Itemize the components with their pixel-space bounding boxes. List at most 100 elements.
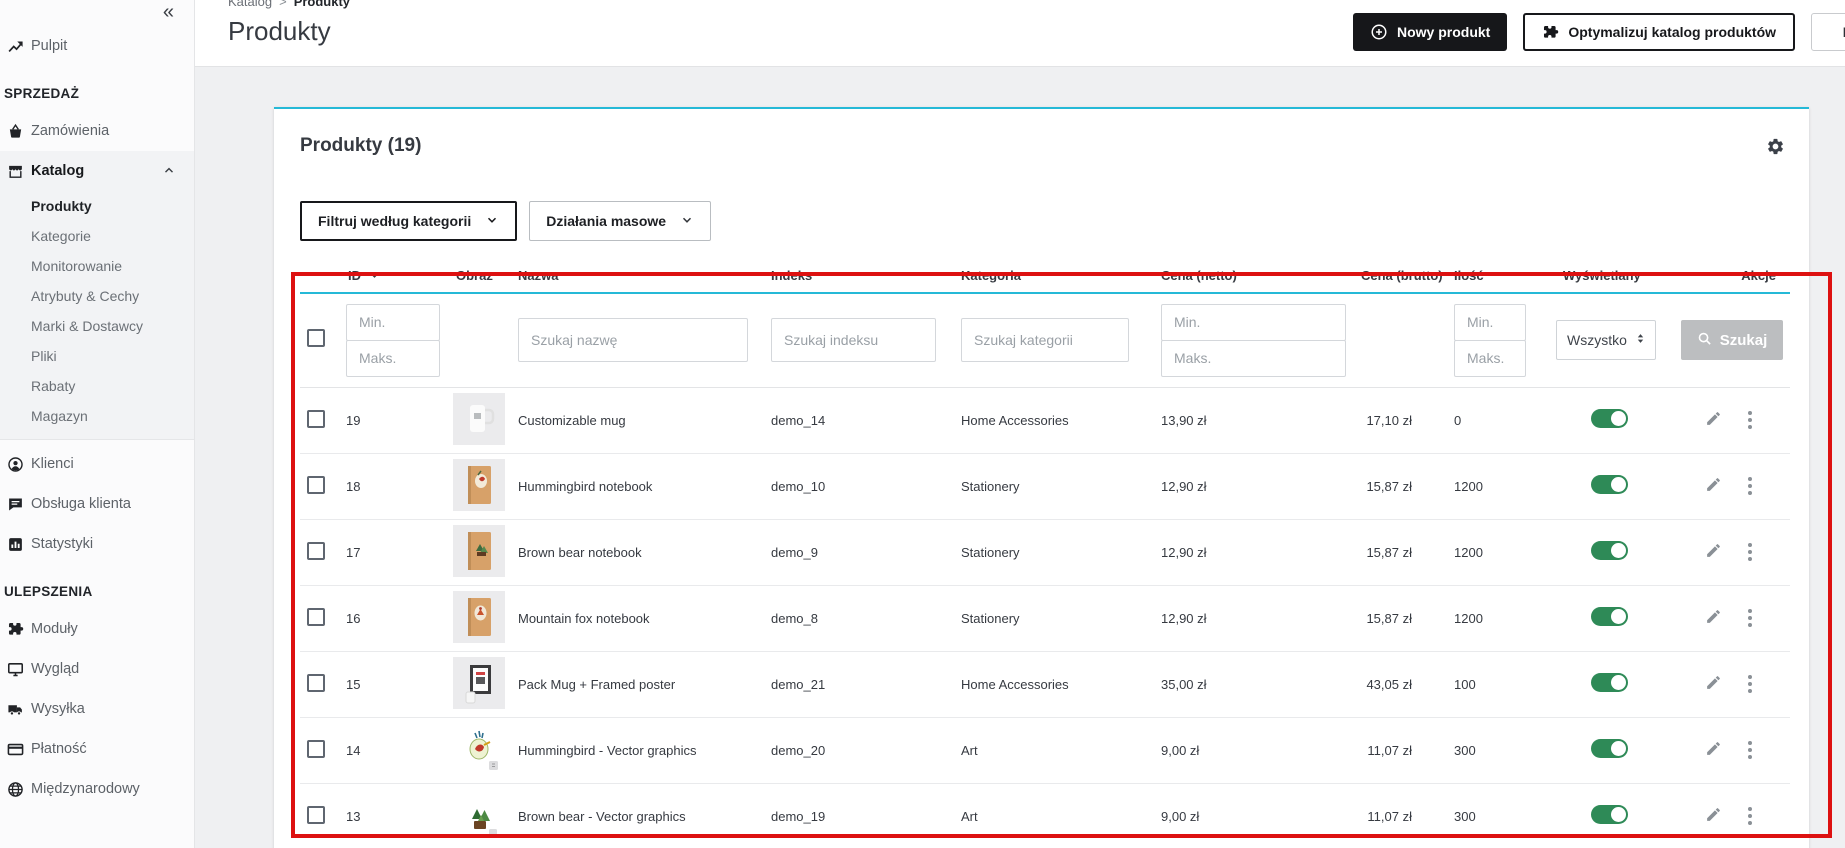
product-id: 16 <box>340 585 450 652</box>
globe-icon <box>6 781 24 798</box>
displayed-cell <box>1550 453 1675 520</box>
qty-max-input[interactable] <box>1454 339 1526 377</box>
edit-button[interactable] <box>1705 806 1722 826</box>
row-checkbox[interactable] <box>307 805 325 824</box>
product-thumbnail[interactable] <box>453 392 505 445</box>
help-button[interactable]: Pomoc <box>1811 13 1845 51</box>
row-menu-button[interactable] <box>1748 807 1752 825</box>
row-checkbox[interactable] <box>307 673 325 692</box>
product-thumbnail[interactable] <box>453 524 505 577</box>
product-index: demo_9 <box>765 519 955 586</box>
new-product-button[interactable]: Nowy produkt <box>1353 13 1508 51</box>
index-search-input[interactable] <box>771 318 936 363</box>
chevron-down-icon <box>680 213 694 230</box>
edit-button[interactable] <box>1705 608 1722 628</box>
column-header-kategoria: Kategoria <box>955 249 1155 294</box>
kebab-icon <box>1748 411 1752 429</box>
row-checkbox[interactable] <box>307 475 325 494</box>
displayed-toggle[interactable] <box>1591 739 1628 758</box>
product-thumbnail[interactable] <box>453 590 505 643</box>
edit-button[interactable] <box>1705 674 1722 694</box>
row-menu-button[interactable] <box>1748 741 1752 759</box>
table-row: 17 Brown bear notebook demo_9 Stationery 12,… <box>300 519 1790 586</box>
breadcrumb: Katalog > Produkty <box>228 0 350 9</box>
row-menu-button[interactable] <box>1748 543 1752 561</box>
edit-button[interactable] <box>1705 476 1722 496</box>
price-max-input[interactable] <box>1161 339 1346 377</box>
row-checkbox-cell <box>300 453 340 520</box>
displayed-toggle[interactable] <box>1591 805 1628 824</box>
sidebar-item-klienci[interactable]: Klienci <box>0 444 194 484</box>
kebab-icon <box>1748 807 1752 825</box>
bulk-actions-button[interactable]: Działania masowe <box>529 201 712 241</box>
displayed-toggle[interactable] <box>1591 409 1628 428</box>
name-search-input[interactable] <box>518 318 748 363</box>
sidebar-collapse-row: « <box>0 0 194 26</box>
row-checkbox[interactable] <box>307 409 325 428</box>
row-menu-button[interactable] <box>1748 411 1752 429</box>
product-thumbnail[interactable] <box>453 788 505 841</box>
sidebar-item-marki-dostawcy[interactable]: Marki & Dostawcy <box>0 311 194 341</box>
product-price-gross: 11,07 zł <box>1355 783 1448 848</box>
sidebar-item-miedzynarodowy[interactable]: Międzynarodowy <box>0 769 194 809</box>
displayed-toggle[interactable] <box>1591 607 1628 626</box>
sidebar-item-pulpit[interactable]: Pulpit <box>0 26 194 66</box>
sidebar-item-obsluga-klienta[interactable]: Obsługa klienta <box>0 484 194 524</box>
displayed-toggle[interactable] <box>1591 673 1628 692</box>
row-checkbox[interactable] <box>307 607 325 626</box>
row-checkbox[interactable] <box>307 541 325 560</box>
sidebar-item-label: Katalog <box>31 163 85 179</box>
optimize-catalog-button[interactable]: Optymalizuj katalog produktów <box>1523 13 1796 51</box>
product-name: Brown bear notebook <box>512 519 765 586</box>
chevrons-left-icon[interactable]: « <box>163 1 174 23</box>
id-min-input[interactable] <box>346 303 440 341</box>
category-search-input[interactable] <box>961 318 1129 363</box>
id-max-input[interactable] <box>346 339 440 377</box>
select-all-checkbox[interactable] <box>307 328 325 347</box>
product-thumbnail[interactable] <box>453 722 505 775</box>
displayed-filter-select[interactable]: Wszystko <box>1556 320 1656 361</box>
header-actions: Nowy produkt Optymalizuj katalog produkt… <box>1353 13 1845 51</box>
product-quantity: 0 <box>1448 387 1550 454</box>
edit-button[interactable] <box>1705 542 1722 562</box>
sidebar-item-monitorowanie[interactable]: Monitorowanie <box>0 251 194 281</box>
sidebar-item-katalog[interactable]: Katalog <box>0 151 194 191</box>
gear-icon[interactable] <box>1766 137 1785 156</box>
price-min-input[interactable] <box>1161 303 1346 341</box>
product-thumbnail[interactable] <box>453 458 505 511</box>
product-id: 18 <box>340 453 450 520</box>
sidebar-item-wyglad[interactable]: Wygląd <box>0 649 194 689</box>
displayed-toggle[interactable] <box>1591 475 1628 494</box>
displayed-toggle[interactable] <box>1591 541 1628 560</box>
row-menu-button[interactable] <box>1748 477 1752 495</box>
row-menu-button[interactable] <box>1748 675 1752 693</box>
sidebar-item-rabaty[interactable]: Rabaty <box>0 371 194 401</box>
filter-category-button[interactable]: Filtruj według kategorii <box>300 201 518 241</box>
sidebar-item-wysylka[interactable]: Wysyłka <box>0 689 194 729</box>
sidebar-item-atrybuty-cechy[interactable]: Atrybuty & Cechy <box>0 281 194 311</box>
sidebar-item-zamowienia[interactable]: Zamówienia <box>0 111 194 151</box>
column-header-id[interactable]: ID <box>348 268 361 283</box>
product-thumbnail[interactable] <box>453 656 505 709</box>
qty-min-input[interactable] <box>1454 303 1526 341</box>
row-checkbox[interactable] <box>307 739 325 758</box>
edit-button[interactable] <box>1705 410 1722 430</box>
breadcrumb-parent-link[interactable]: Katalog <box>228 0 272 9</box>
breadcrumb-current: Produkty <box>293 0 351 9</box>
product-name: Mountain fox notebook <box>512 585 765 652</box>
sidebar-item-produkty[interactable]: Produkty <box>0 191 194 221</box>
table-row: 16 Mountain fox notebook demo_8 Stationery 1… <box>300 585 1790 652</box>
edit-button[interactable] <box>1705 740 1722 760</box>
product-price-gross: 15,87 zł <box>1355 519 1448 586</box>
search-button[interactable]: Szukaj <box>1681 320 1783 361</box>
sidebar-group-katalog: Katalog Produkty Kategorie Monitorowanie Atr… <box>0 151 194 440</box>
sidebar-item-moduly[interactable]: Moduły <box>0 609 194 649</box>
column-header-ilosc: Ilość <box>1448 249 1550 294</box>
row-menu-button[interactable] <box>1748 609 1752 627</box>
sidebar-item-pliki[interactable]: Pliki <box>0 341 194 371</box>
sidebar-item-platnosc[interactable]: Płatność <box>0 729 194 769</box>
sidebar-item-magazyn[interactable]: Magazyn <box>0 401 194 431</box>
sidebar-item-kategorie[interactable]: Kategorie <box>0 221 194 251</box>
sort-chevron-icon[interactable] <box>369 270 380 281</box>
sidebar-item-statystyki[interactable]: Statystyki <box>0 524 194 564</box>
